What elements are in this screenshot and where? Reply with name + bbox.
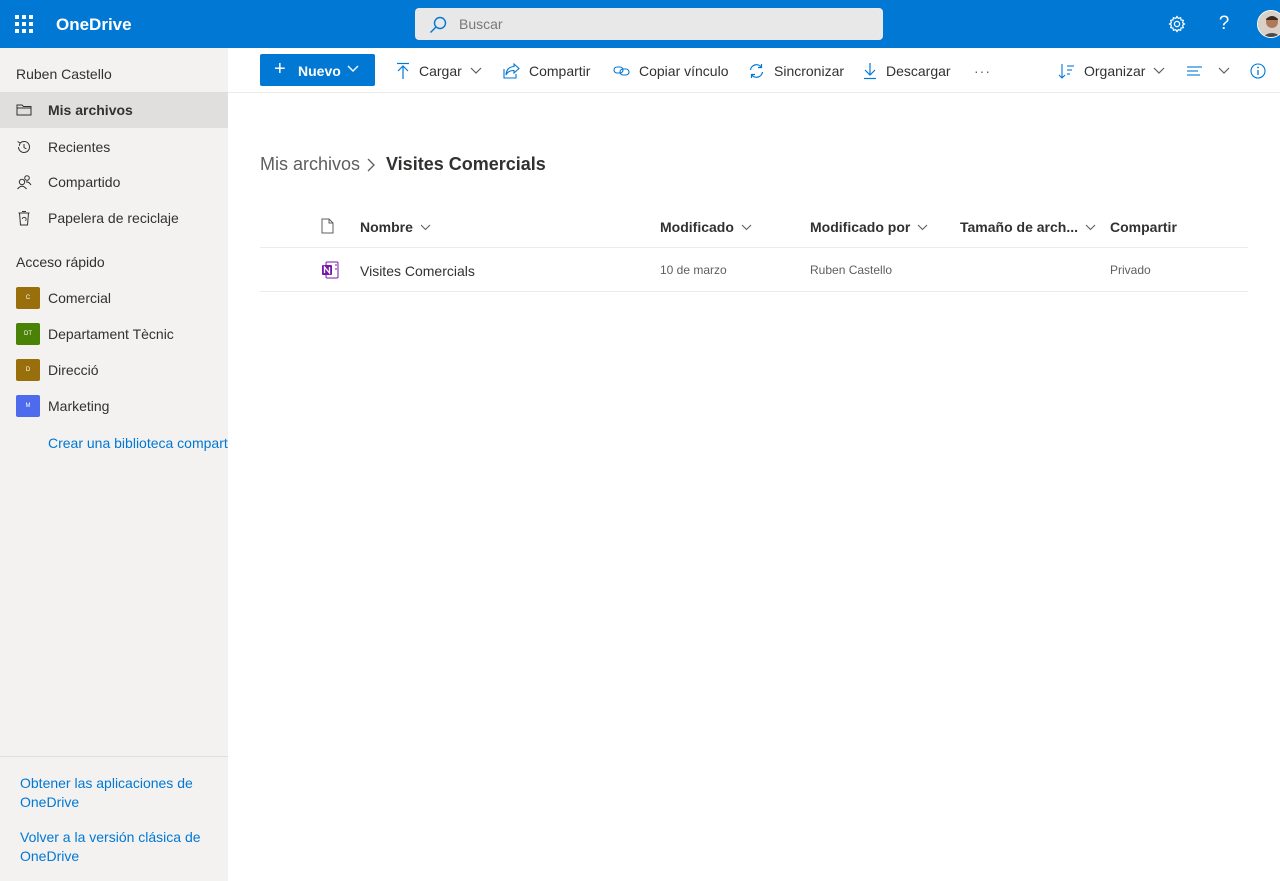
get-apps-link[interactable]: Obtener las aplicaciones de OneDrive <box>20 774 210 812</box>
library-badge: DT <box>16 323 40 345</box>
sidebar-item-label: Papelera de reciclaje <box>48 210 179 226</box>
chevron-down-icon <box>470 67 482 74</box>
sort-button[interactable]: Organizar <box>1058 60 1165 82</box>
app-launcher-icon[interactable] <box>15 15 33 33</box>
library-label: Direcció <box>48 362 99 378</box>
chevron-down-icon <box>917 224 928 230</box>
file-type-icon[interactable] <box>321 218 334 234</box>
gear-icon <box>1168 15 1186 33</box>
upload-icon <box>397 62 409 79</box>
list-header: Nombre Modificado Modificado por Tamaño … <box>260 206 1248 248</box>
sidebar-item-recycle-bin[interactable]: Papelera de reciclaje <box>0 200 228 236</box>
sidebar-user-name: Ruben Castello <box>16 66 112 82</box>
column-header-label: Tamaño de arch... <box>960 219 1078 235</box>
sidebar: Ruben Castello Mis archivos Recientes Co… <box>0 48 228 881</box>
sidebar-divider <box>0 756 228 757</box>
list-view-icon <box>1187 66 1202 76</box>
app-title[interactable]: OneDrive <box>56 15 132 35</box>
share-icon <box>503 63 520 79</box>
library-label: Marketing <box>48 398 110 414</box>
column-header-size[interactable]: Tamaño de arch... <box>960 219 1096 235</box>
sidebar-item-label: Compartido <box>48 174 121 190</box>
sort-icon <box>1058 64 1074 79</box>
chevron-down-icon <box>347 65 359 72</box>
search-box[interactable] <box>415 8 883 40</box>
column-header-label: Modificado por <box>810 219 911 235</box>
sync-label: Sincronizar <box>774 63 845 79</box>
share-label: Compartir <box>529 63 591 79</box>
folder-icon <box>16 104 32 116</box>
file-modified: 10 de marzo <box>660 263 727 277</box>
download-label: Descargar <box>886 63 951 79</box>
file-sharing: Privado <box>1110 263 1151 277</box>
column-header-modified[interactable]: Modificado <box>660 219 752 235</box>
library-badge: C <box>16 287 40 309</box>
library-label: Comercial <box>48 290 112 306</box>
library-label: Departament Tècnic <box>48 326 174 342</box>
sidebar-item-shared[interactable]: Compartido <box>0 164 228 200</box>
people-icon <box>17 175 32 190</box>
sync-icon <box>749 64 764 78</box>
view-options-button[interactable] <box>1186 60 1230 82</box>
sidebar-item-recent[interactable]: Recientes <box>0 129 228 165</box>
chevron-right-icon <box>367 158 375 172</box>
search-icon <box>430 16 447 33</box>
history-icon <box>17 140 30 153</box>
upload-label: Cargar <box>419 63 462 79</box>
copy-link-label: Copiar vínculo <box>639 63 729 79</box>
download-icon <box>864 63 876 80</box>
chevron-down-icon <box>420 224 431 230</box>
sidebar-library-comercial[interactable]: C Comercial <box>0 280 228 316</box>
command-bar: + Nuevo Cargar Compartir Copiar vínculo <box>228 48 1280 93</box>
library-badge: M <box>16 395 40 417</box>
new-button-label: Nuevo <box>298 63 341 79</box>
plus-icon: + <box>274 58 286 80</box>
share-button[interactable]: Compartir <box>503 60 590 82</box>
sidebar-library-marketing[interactable]: M Marketing <box>0 388 228 424</box>
upload-button[interactable]: Cargar <box>396 60 482 82</box>
settings-button[interactable] <box>1165 12 1189 36</box>
file-modified-by: Ruben Castello <box>810 263 893 277</box>
avatar[interactable] <box>1257 10 1280 38</box>
sidebar-item-my-files[interactable]: Mis archivos <box>0 92 228 128</box>
onenote-icon <box>322 261 339 279</box>
copy-link-button[interactable]: Copiar vínculo <box>613 60 729 82</box>
link-icon <box>613 66 630 76</box>
chevron-down-icon <box>1218 67 1230 74</box>
sidebar-library-departament-tecnic[interactable]: DT Departament Tècnic <box>0 316 228 352</box>
table-row[interactable]: Visites Comercials 10 de marzo Ruben Cas… <box>260 249 1248 292</box>
column-header-label: Modificado <box>660 219 734 235</box>
chevron-down-icon <box>741 224 752 230</box>
info-button[interactable] <box>1250 60 1275 82</box>
page-title: Visites Comercials <box>386 154 546 174</box>
help-icon: ? <box>1218 13 1230 34</box>
column-header-label: Compartir <box>1110 219 1177 235</box>
create-library-link[interactable]: Crear una biblioteca compartida <box>48 435 228 451</box>
quick-access-title: Acceso rápido <box>16 254 105 270</box>
classic-view-link[interactable]: Volver a la versión clásica de OneDrive <box>20 828 210 866</box>
help-button[interactable]: ? <box>1212 12 1236 36</box>
new-button[interactable]: + Nuevo <box>260 54 375 86</box>
recycle-bin-icon <box>18 211 30 226</box>
download-button[interactable]: Descargar <box>863 60 951 82</box>
search-input[interactable] <box>459 8 859 40</box>
sort-label: Organizar <box>1084 63 1146 79</box>
column-header-modified-by[interactable]: Modificado por <box>810 219 928 235</box>
sidebar-item-label: Recientes <box>48 139 111 155</box>
info-icon <box>1250 63 1266 79</box>
file-name[interactable]: Visites Comercials <box>360 263 475 279</box>
more-icon: ··· <box>974 63 991 79</box>
sidebar-library-direccio[interactable]: D Direcció <box>0 352 228 388</box>
library-badge: D <box>16 359 40 381</box>
breadcrumb-root[interactable]: Mis archivos <box>260 154 360 175</box>
column-header-sharing[interactable]: Compartir <box>1110 219 1177 235</box>
chevron-down-icon <box>1154 67 1165 74</box>
sync-button[interactable]: Sincronizar <box>748 60 844 82</box>
sidebar-item-label: Mis archivos <box>48 102 133 118</box>
column-header-name[interactable]: Nombre <box>360 219 431 235</box>
column-header-label: Nombre <box>360 219 413 235</box>
top-bar: OneDrive ? <box>0 0 1280 48</box>
chevron-down-icon <box>1085 224 1096 230</box>
more-options-button[interactable]: ··· <box>974 60 991 82</box>
